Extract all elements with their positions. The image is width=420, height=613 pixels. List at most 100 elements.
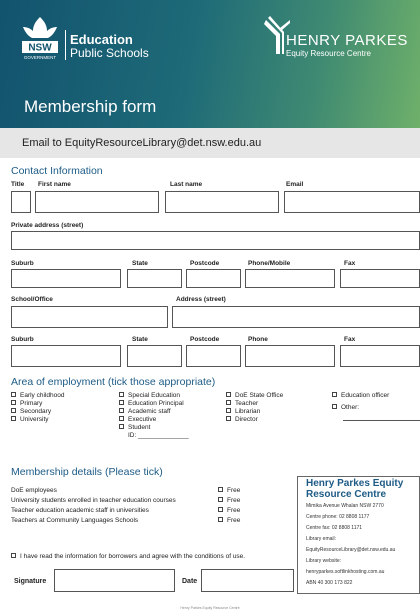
state-label: State <box>132 260 148 267</box>
checkbox-teacher[interactable]: Teacher <box>226 400 258 408</box>
first-name-field[interactable] <box>35 191 159 213</box>
suburb-label-2: Suburb <box>11 336 34 343</box>
info-box-title: Henry Parkes Equity <box>306 478 404 489</box>
info-address: Mimika Avenue Whalan NSW 2770 <box>306 503 384 509</box>
checkbox-icon <box>119 392 124 397</box>
info-centre-fax: Centre fax: 02 8808 1171 <box>306 525 363 531</box>
education-subtitle: Public Schools <box>70 46 149 60</box>
address-street-label: Address (street) <box>176 296 226 303</box>
checkbox-label: Early childhood <box>20 392 65 399</box>
agreement-checkbox[interactable]: I have read the information for borrower… <box>11 553 245 561</box>
fax-field-2[interactable] <box>340 345 420 367</box>
checkbox-academic-staff[interactable]: Academic staff <box>119 408 171 416</box>
suburb-field-2[interactable] <box>11 345 121 367</box>
school-office-field[interactable] <box>11 306 168 328</box>
checkbox-student[interactable]: Student <box>119 424 150 432</box>
info-library-website-link[interactable]: henryparkes.softlinkhosting.com.au <box>306 569 384 575</box>
checkbox-label: Primary <box>20 400 43 407</box>
fax-field[interactable] <box>340 269 420 288</box>
checkbox-icon <box>11 553 16 558</box>
info-library-email-link[interactable]: EquityResourceLibrary@det.nsw.edu.au <box>306 547 395 553</box>
checkbox-university[interactable]: University <box>11 416 49 424</box>
employment-heading: Area of employment (tick those appropria… <box>11 376 216 388</box>
henry-parkes-title: HENRY PARKES <box>286 32 408 49</box>
checkbox-label: Free <box>227 487 241 494</box>
checkbox-label: Librarian <box>235 408 261 415</box>
phone-label: Phone <box>248 336 268 343</box>
membership-row-label: Teachers at Community Languages Schools <box>11 517 139 524</box>
phone-field[interactable] <box>245 345 335 367</box>
checkbox-education-officer[interactable]: Education officer <box>332 392 389 400</box>
checkbox-librarian[interactable]: Librarian <box>226 408 260 416</box>
checkbox-icon <box>119 416 124 421</box>
checkbox-icon <box>226 392 231 397</box>
phone-mobile-field[interactable] <box>245 269 335 288</box>
other-write-line[interactable] <box>343 420 420 421</box>
signature-field[interactable] <box>54 569 175 592</box>
checkbox-secondary[interactable]: Secondary <box>11 408 51 416</box>
nsw-waratah-logo: NSW GOVERNMENT <box>22 17 58 60</box>
checkbox-icon <box>218 517 223 522</box>
title-label: Title <box>11 181 25 188</box>
fax-label: Fax <box>344 260 356 267</box>
checkbox-icon <box>226 408 231 413</box>
state-field[interactable] <box>127 269 182 288</box>
postcode-field-2[interactable] <box>186 345 241 367</box>
info-centre-phone: Centre phone: 02 8808 1177 <box>306 514 370 520</box>
checkbox-executive[interactable]: Executive <box>119 416 156 424</box>
checkbox-early-childhood[interactable]: Early childhood <box>11 392 64 400</box>
checkbox-label: University <box>20 416 49 423</box>
checkbox-doe-state-office[interactable]: DoE State Office <box>226 392 283 400</box>
checkbox-label: Student <box>128 424 151 431</box>
checkbox-icon <box>119 424 124 429</box>
checkbox-icon <box>226 416 231 421</box>
membership-row-label: University students enrolled in teacher … <box>11 497 176 504</box>
date-field[interactable] <box>201 569 294 592</box>
postcode-label-2: Postcode <box>190 336 220 343</box>
student-id-field[interactable]: ID: ______________ <box>128 432 189 440</box>
agreement-text: I have read the information for borrower… <box>20 553 246 560</box>
checkbox-label: Free <box>227 507 241 514</box>
membership-free-checkbox[interactable]: Free <box>218 497 240 505</box>
info-library-email-label: Library email: <box>306 536 337 542</box>
membership-row-label: Teacher education academic staff in univ… <box>11 507 149 514</box>
info-abn: ABN 40 300 173 822 <box>306 580 353 586</box>
page-title: Membership form <box>24 97 157 116</box>
checkbox-label: Free <box>227 497 241 504</box>
checkbox-other[interactable]: Other: <box>332 404 359 412</box>
checkbox-special-education[interactable]: Special Education <box>119 392 180 400</box>
checkbox-icon <box>11 400 16 405</box>
membership-row-label: DoE employees <box>11 487 57 494</box>
email-field[interactable] <box>284 191 420 213</box>
membership-free-checkbox[interactable]: Free <box>218 487 240 495</box>
checkbox-education-principal[interactable]: Education Principal <box>119 400 184 408</box>
suburb-field[interactable] <box>11 269 121 288</box>
school-office-label: School/Office <box>11 296 53 303</box>
state-field-2[interactable] <box>127 345 182 367</box>
checkbox-label: Other: <box>341 404 360 411</box>
email-instruction: Email to EquityResourceLibrary@det.nsw.e… <box>22 137 262 149</box>
info-box-title-2: Resource Centre <box>306 489 387 500</box>
private-address-field[interactable] <box>11 231 420 250</box>
address-street-field[interactable] <box>172 306 420 328</box>
checkbox-label: Teacher <box>235 400 259 407</box>
last-name-label: Last name <box>170 181 203 188</box>
checkbox-icon <box>119 400 124 405</box>
postcode-field[interactable] <box>186 269 241 288</box>
title-field[interactable] <box>11 191 31 213</box>
checkbox-primary[interactable]: Primary <box>11 400 42 408</box>
checkbox-label: Education officer <box>341 392 390 399</box>
last-name-field[interactable] <box>165 191 279 213</box>
checkbox-label: Free <box>227 517 241 524</box>
checkbox-label: Special Education <box>128 392 181 399</box>
nsw-sub-label: GOVERNMENT <box>24 55 57 60</box>
checkbox-director[interactable]: Director <box>226 416 258 424</box>
checkbox-label: Academic staff <box>128 408 171 415</box>
membership-free-checkbox[interactable]: Free <box>218 517 240 525</box>
info-library-website-label: Library website: <box>306 558 342 564</box>
membership-free-checkbox[interactable]: Free <box>218 507 240 515</box>
date-label: Date <box>182 578 198 585</box>
fax-label-2: Fax <box>344 336 356 343</box>
phone-mobile-label: Phone/Mobile <box>248 260 291 267</box>
checkbox-icon <box>226 400 231 405</box>
